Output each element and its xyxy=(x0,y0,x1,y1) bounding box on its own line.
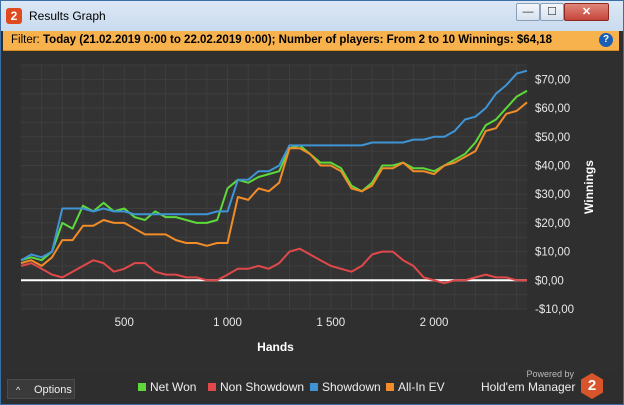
y-tick-label: $10,00 xyxy=(535,247,570,259)
brand-name: Hold'em Manager xyxy=(481,380,576,394)
y-axis-title: Winnings xyxy=(582,160,596,214)
title-bar[interactable]: 2 Results Graph — ☐ ✕ xyxy=(1,1,623,31)
chevron-up-icon: ^ xyxy=(16,385,21,395)
results-chart: -$10,00 $0,00 $10,00 $20,00 $30,00 $40,00 $50,… xyxy=(20,64,596,354)
options-label: Options xyxy=(34,384,72,396)
y-tick-label: -$10,00 xyxy=(535,304,574,316)
maximize-button[interactable]: ☐ xyxy=(540,3,564,21)
close-button[interactable]: ✕ xyxy=(564,3,609,21)
minimize-icon: — xyxy=(522,6,534,18)
legend-item-non-showdown[interactable]: Non Showdown xyxy=(208,380,304,394)
x-tick-label: 2 000 xyxy=(420,317,449,329)
legend-swatch xyxy=(310,382,318,391)
chart-area: -$10,00 $0,00 $10,00 $20,00 $30,00 $40,00 $50,… xyxy=(3,51,619,373)
minimize-button[interactable]: — xyxy=(516,3,540,21)
x-tick-label: 500 xyxy=(115,317,134,329)
x-tick-label: 1 000 xyxy=(213,317,242,329)
legend-label: All-In EV xyxy=(398,380,445,394)
app-icon: 2 xyxy=(6,8,22,24)
legend-label: Net Won xyxy=(150,380,197,394)
bottom-bar: ^ Options Net Won Non Showdown Showdown … xyxy=(3,369,619,403)
legend-label: Showdown xyxy=(322,380,381,394)
close-icon: ✕ xyxy=(581,6,592,18)
legend-swatch xyxy=(208,382,216,391)
x-tick-label: 1 500 xyxy=(316,317,345,329)
brand-logo: 2 xyxy=(581,373,603,399)
y-tick-label: $30,00 xyxy=(535,189,570,201)
filter-label: Filter: xyxy=(11,34,40,46)
powered-by-text: Powered by xyxy=(526,369,574,379)
results-graph-window: 2 Results Graph — ☐ ✕ Filter: Today (21.… xyxy=(0,0,624,405)
legend-swatch xyxy=(138,382,146,391)
y-tick-label: $40,00 xyxy=(535,160,570,172)
y-tick-label: $60,00 xyxy=(535,103,570,115)
help-icon[interactable]: ? xyxy=(599,33,613,47)
legend-swatch xyxy=(386,382,394,391)
legend-item-showdown[interactable]: Showdown xyxy=(310,380,381,394)
options-button[interactable]: ^ Options xyxy=(7,379,75,399)
legend-label: Non Showdown xyxy=(220,380,305,394)
window-title: Results Graph xyxy=(29,9,106,23)
y-tick-label: $20,00 xyxy=(535,218,570,230)
y-tick-label: $0,00 xyxy=(535,275,564,287)
legend-item-all-in-ev[interactable]: All-In EV xyxy=(386,380,445,394)
filter-summary[interactable]: Today (21.02.2019 0:00 to 22.02.2019 0:0… xyxy=(43,34,552,46)
filter-bar[interactable]: Filter: Today (21.02.2019 0:00 to 22.02.… xyxy=(3,31,619,51)
maximize-icon: ☐ xyxy=(547,6,557,18)
x-axis-title: Hands xyxy=(257,340,294,354)
y-tick-label: $70,00 xyxy=(535,74,570,86)
legend-item-net-won[interactable]: Net Won xyxy=(138,380,196,394)
y-tick-label: $50,00 xyxy=(535,132,570,144)
